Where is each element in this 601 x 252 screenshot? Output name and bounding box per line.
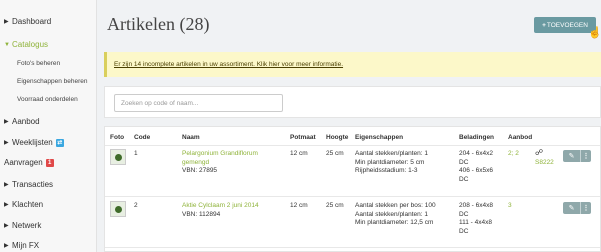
app: ▶ Dashboard ▼ Catalogus Foto's beheren Eig… <box>0 0 601 252</box>
sidebar-item-label: Netwerk <box>12 221 42 230</box>
more-button[interactable]: ⋮ <box>581 202 591 214</box>
caret-down-icon: ▼ <box>4 41 10 48</box>
caret-right-icon: ▶ <box>4 118 9 125</box>
caret-right-icon: ▶ <box>4 181 9 188</box>
more-vertical-icon: ⋮ <box>582 153 590 160</box>
cell-potmaat: 12 cm <box>290 150 308 157</box>
aanbod-link[interactable]: 2; 2 <box>508 150 519 159</box>
cell-belading: 111 - 4x4x8 <box>459 219 493 226</box>
sidebar-subitem-fotos[interactable]: Foto's beheren <box>17 60 60 67</box>
cell-eigenschap: Aantal stekken/planten: 1 <box>355 210 428 218</box>
cell-belading: 406 - 6x5x6 <box>459 167 493 174</box>
cell-eigenschap: Rijpheidsstadium: 1-3 <box>355 167 418 174</box>
cell-belading: DC <box>459 158 469 166</box>
caret-right-icon: ▶ <box>4 18 9 25</box>
aanbod-code-link[interactable]: S8222 <box>535 159 554 168</box>
page-title: Artikelen (28) <box>107 14 210 34</box>
cell-vbn: VBN: 112894 <box>182 210 221 218</box>
pencil-icon: ✎ <box>568 153 575 160</box>
column-header-code[interactable]: Code <box>134 134 150 141</box>
column-header-naam[interactable]: Naam <box>182 134 200 141</box>
row-actions: ✎ ⋮ <box>563 202 591 214</box>
cell-eigenschap: Min plantdiameter: 12,5 cm <box>355 219 434 226</box>
sidebar-subitem-voorraad[interactable]: Voorraad onderdelen <box>17 96 78 103</box>
sidebar: ▶ Dashboard ▼ Catalogus Foto's beheren Eig… <box>0 0 97 252</box>
count-badge: 1 <box>45 158 54 167</box>
search-panel: Zoeken op code of naam... <box>104 86 601 118</box>
sidebar-item-netwerk[interactable]: ▶ Netwerk <box>4 221 41 230</box>
column-header-potmaat[interactable]: Potmaat <box>290 134 316 141</box>
sidebar-item-label: Catalogus <box>12 40 49 49</box>
sidebar-item-klachten[interactable]: ▶ Klachten <box>4 200 43 209</box>
main-content: Artikelen (28) + TOEVOEGEN ☝ Er zijn 14 i… <box>97 0 601 252</box>
sidebar-item-weeklijsten[interactable]: ▶ Weeklijsten ⇄ <box>4 138 64 147</box>
product-name-link[interactable]: Pelargonium Grandiflorum <box>182 150 258 159</box>
cell-belading: DC <box>459 227 469 235</box>
sidebar-subitem-eigenschappen[interactable]: Eigenschappen beheren <box>17 78 87 85</box>
cell-hoogte: 25 cm <box>326 202 344 209</box>
row-actions: ✎ ⋮ <box>563 150 591 162</box>
sidebar-item-label: Weeklijsten <box>12 138 53 147</box>
sidebar-item-aanvragen[interactable]: Aanvragen 1 <box>4 158 54 167</box>
more-button[interactable]: ⋮ <box>581 150 591 162</box>
cell-code: 2 <box>134 202 138 209</box>
hand-cursor-icon: ☝ <box>588 27 601 39</box>
cell-potmaat: 12 cm <box>290 202 308 209</box>
header-divider <box>105 145 600 146</box>
product-photo <box>110 201 126 217</box>
sidebar-item-label: Aanvragen <box>4 158 43 167</box>
row-divider <box>105 247 600 248</box>
more-vertical-icon: ⋮ <box>582 205 590 212</box>
cell-hoogte: 25 cm <box>326 150 344 157</box>
cell-eigenschap: Aantal stekken per bos: 100 <box>355 202 436 209</box>
cell-belading: 208 - 6x4x8 <box>459 202 493 209</box>
product-name-link[interactable]: gemengd <box>182 159 209 168</box>
cell-belading: 204 - 6x4x2 <box>459 150 493 157</box>
sidebar-item-transacties[interactable]: ▶ Transacties <box>4 180 53 189</box>
sidebar-item-catalogus[interactable]: ▼ Catalogus <box>4 40 48 49</box>
cell-belading: DC <box>459 210 469 218</box>
sidebar-item-label: Eigenschappen beheren <box>17 78 88 85</box>
sidebar-item-label: Mijn FX <box>12 241 40 250</box>
sidebar-item-label: Dashboard <box>12 17 52 26</box>
product-photo <box>110 149 126 165</box>
caret-right-icon: ▶ <box>4 222 9 229</box>
cell-belading: DC <box>459 175 469 183</box>
sync-badge-icon: ⇄ <box>55 138 64 147</box>
caret-right-icon: ▶ <box>4 201 9 208</box>
sidebar-item-aanbod[interactable]: ▶ Aanbod <box>4 117 40 126</box>
search-input[interactable]: Zoeken op code of naam... <box>114 94 283 112</box>
edit-button[interactable]: ✎ <box>563 202 581 214</box>
sidebar-item-label: Foto's beheren <box>17 60 61 67</box>
network-icon: ☍ <box>535 148 544 157</box>
add-button-label: TOEVOEGEN <box>546 21 588 29</box>
caret-right-icon: ▶ <box>4 242 9 249</box>
add-button[interactable]: + TOEVOEGEN <box>534 17 596 33</box>
articles-table: Foto Code Naam Potmaat Hoogte Eigenschap… <box>104 126 601 252</box>
sidebar-item-label: Klachten <box>12 200 44 209</box>
cell-vbn: VBN: 27895 <box>182 167 218 174</box>
edit-button[interactable]: ✎ <box>563 150 581 162</box>
column-header-eigenschappen[interactable]: Eigenschappen <box>355 134 403 141</box>
cell-eigenschap: Min plantdiameter: 5 cm <box>355 158 425 166</box>
product-name-link[interactable]: Aktie Cylclaam 2 juni 2014 <box>182 202 259 211</box>
column-header-foto[interactable]: Foto <box>110 134 124 141</box>
column-header-hoogte[interactable]: Hoogte <box>326 134 348 141</box>
cell-eigenschap: Aantal stekken/planten: 1 <box>355 150 428 157</box>
aanbod-link[interactable]: 3 <box>508 202 512 211</box>
sidebar-item-mijnfx[interactable]: ▶ Mijn FX <box>4 241 39 250</box>
row-divider <box>105 196 600 197</box>
pencil-icon: ✎ <box>568 205 575 212</box>
plus-icon: + <box>542 21 546 29</box>
column-header-aanbod[interactable]: Aanbod <box>508 134 532 141</box>
caret-right-icon: ▶ <box>4 139 9 146</box>
incomplete-articles-alert[interactable]: Er zijn 14 incomplete artikelen in uw as… <box>104 52 601 77</box>
sidebar-item-dashboard[interactable]: ▶ Dashboard <box>4 17 51 26</box>
sidebar-item-label: Aanbod <box>12 117 40 126</box>
column-header-beladingen[interactable]: Beladingen <box>459 134 494 141</box>
sidebar-item-label: Transacties <box>12 180 54 189</box>
cell-code: 1 <box>134 150 138 157</box>
sidebar-item-label: Voorraad onderdelen <box>17 96 78 103</box>
